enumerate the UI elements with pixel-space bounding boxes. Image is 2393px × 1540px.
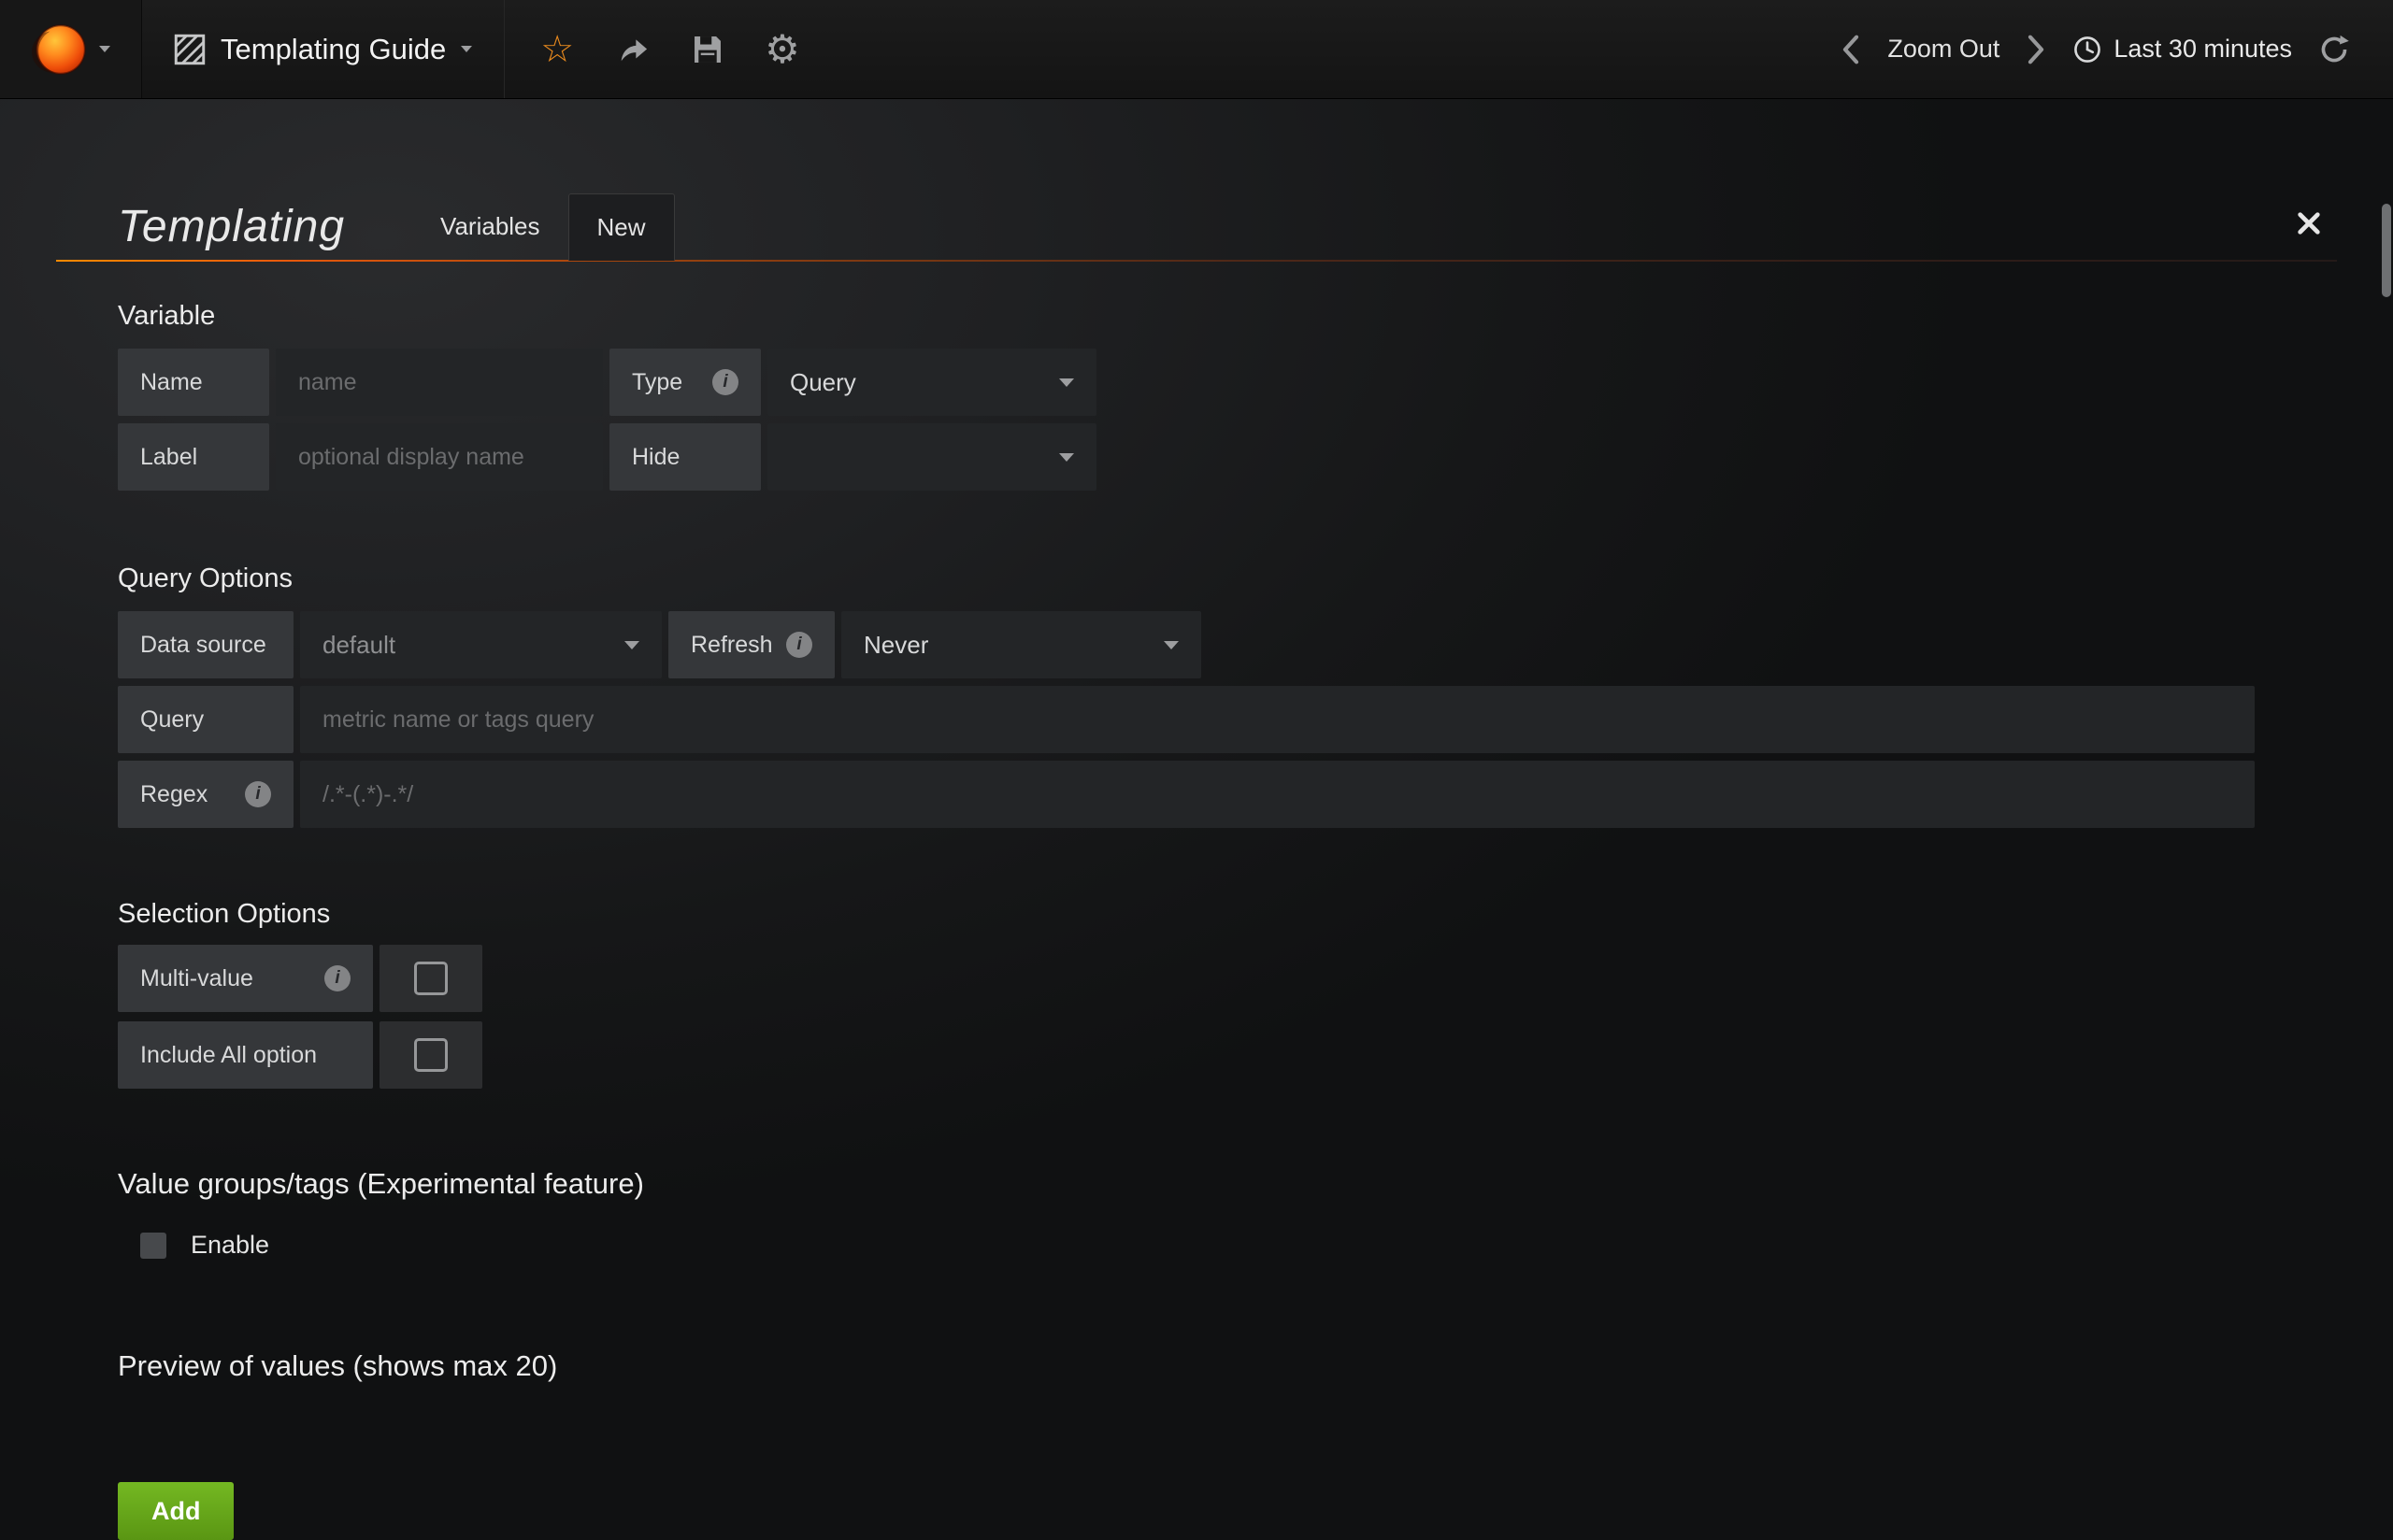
section-query-options-header: Query Options: [118, 563, 2337, 594]
refresh-field-label: Refresh i: [668, 611, 835, 678]
gear-glyph: ⚙: [765, 30, 800, 69]
close-icon[interactable]: [2296, 210, 2322, 241]
enable-row: Enable: [140, 1231, 2337, 1260]
checkbox-square: [414, 962, 448, 995]
info-icon[interactable]: i: [324, 965, 351, 991]
share-icon[interactable]: [615, 35, 651, 64]
info-icon[interactable]: i: [712, 369, 738, 395]
time-range-label: Last 30 minutes: [2114, 35, 2292, 64]
query-field-label: Query: [118, 686, 294, 753]
dashboard-actions: ☆ ⚙: [540, 30, 800, 69]
dashboard-title: Templating Guide: [221, 33, 446, 66]
type-field-label: Type i: [609, 349, 761, 416]
name-input[interactable]: [276, 349, 603, 416]
section-value-groups-header: Value groups/tags (Experimental feature): [118, 1167, 2337, 1201]
section-preview-header: Preview of values (shows max 20): [118, 1349, 2337, 1383]
editor-header: Templating Variables New: [56, 99, 2337, 260]
editor-content: Variable Name Type i Query Label Hide Qu…: [118, 301, 2337, 1540]
enable-label: Enable: [191, 1231, 269, 1260]
refresh-icon[interactable]: [2318, 34, 2350, 65]
tab-divider: [56, 260, 2337, 262]
variable-label-row: Label Hide: [118, 423, 2337, 491]
hide-select[interactable]: [767, 423, 1096, 491]
label-input[interactable]: [276, 423, 603, 491]
multi-value-checkbox[interactable]: [380, 945, 482, 1012]
grafana-app: { "navbar": { "dashboard_title": "Templa…: [0, 0, 2393, 1495]
query-input[interactable]: [300, 686, 2255, 753]
variable-name-row: Name Type i Query: [118, 349, 2337, 416]
refresh-select-value: Never: [864, 631, 928, 660]
query-row: Query: [118, 686, 2337, 753]
regex-input[interactable]: [300, 761, 2255, 828]
include-all-label: Include All option: [118, 1021, 373, 1089]
zoom-out-button[interactable]: Zoom Out: [1887, 35, 1999, 64]
grafana-logo-icon: [32, 21, 90, 78]
name-field-label: Name: [118, 349, 269, 416]
time-forward-chevron-icon[interactable]: [2026, 34, 2046, 65]
include-all-checkbox[interactable]: [380, 1021, 482, 1089]
chevron-down-icon: [99, 46, 110, 52]
chevron-down-icon: [1059, 453, 1074, 462]
scrollbar-thumb[interactable]: [2382, 204, 2391, 297]
multi-value-label: Multi-value i: [118, 945, 373, 1012]
clock-icon: [2072, 35, 2102, 64]
info-icon[interactable]: i: [245, 781, 271, 807]
chevron-down-icon: [624, 641, 639, 649]
section-variable-header: Variable: [118, 301, 2337, 332]
regex-row: Regex i: [118, 761, 2337, 828]
time-controls: Zoom Out Last 30 minutes: [1841, 34, 2393, 65]
time-range-picker[interactable]: Last 30 minutes: [2072, 35, 2292, 64]
chevron-down-icon: [1059, 378, 1074, 387]
datasource-row: Data source default Refresh i Never: [118, 611, 2337, 678]
datasource-field-label: Data source: [118, 611, 294, 678]
type-label-text: Type: [632, 369, 682, 396]
settings-gear-icon[interactable]: ⚙: [765, 30, 800, 69]
navbar: Templating Guide ☆ ⚙: [0, 0, 2393, 99]
templating-editor-page: Templating Variables New Variable Name T…: [0, 99, 2393, 1495]
section-selection-options-header: Selection Options: [118, 899, 2337, 930]
tab-variables[interactable]: Variables: [412, 192, 567, 260]
time-back-chevron-icon[interactable]: [1841, 34, 1861, 65]
type-select-value: Query: [790, 368, 856, 397]
save-icon[interactable]: [692, 34, 724, 65]
datasource-select[interactable]: default: [300, 611, 662, 678]
tab-new[interactable]: New: [568, 193, 675, 261]
label-field-label: Label: [118, 423, 269, 491]
datasource-select-value: default: [322, 631, 395, 660]
add-button[interactable]: Add: [118, 1482, 234, 1540]
type-select[interactable]: Query: [767, 349, 1096, 416]
regex-label-text: Regex: [140, 781, 208, 808]
regex-field-label: Regex i: [118, 761, 294, 828]
grafana-menu-button[interactable]: [0, 0, 142, 98]
enable-checkbox[interactable]: [140, 1233, 166, 1259]
checkbox-square: [414, 1038, 448, 1072]
hide-field-label: Hide: [609, 423, 761, 491]
info-icon[interactable]: i: [786, 632, 812, 658]
page-title: Templating: [118, 201, 345, 252]
dashboard-title-menu[interactable]: Templating Guide: [142, 0, 505, 98]
refresh-label-text: Refresh: [691, 632, 773, 659]
chevron-down-icon: [461, 46, 472, 52]
refresh-select[interactable]: Never: [841, 611, 1201, 678]
chevron-down-icon: [1164, 641, 1179, 649]
dashboard-grid-icon: [174, 34, 206, 65]
multi-value-label-text: Multi-value: [140, 965, 253, 992]
multi-value-row: Multi-value i: [118, 945, 2337, 1012]
star-icon[interactable]: ☆: [540, 31, 574, 68]
star-glyph: ☆: [540, 31, 574, 68]
include-all-row: Include All option: [118, 1021, 2337, 1089]
